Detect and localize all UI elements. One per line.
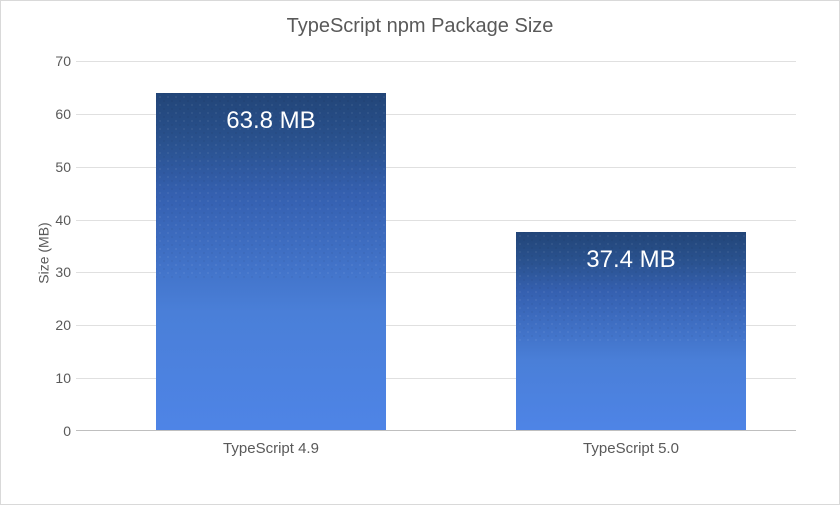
y-tick-label: 30 [31, 264, 71, 280]
bar-value-label: 37.4 MB [516, 246, 746, 274]
chart-container: TypeScript npm Package Size Size (MB) 01… [0, 0, 840, 505]
y-tick-label: 0 [31, 423, 71, 439]
bar-value-label: 63.8 MB [156, 107, 386, 135]
y-tick-label: 50 [31, 159, 71, 175]
x-tick-label: TypeScript 4.9 [156, 440, 386, 457]
y-tick-label: 60 [31, 106, 71, 122]
x-tick-label: TypeScript 5.0 [516, 440, 746, 457]
y-tick-label: 10 [31, 370, 71, 386]
bar: 37.4 MB [516, 232, 746, 430]
y-tick-label: 70 [31, 53, 71, 69]
bar: 63.8 MB [156, 93, 386, 430]
plot-area: 63.8 MBTypeScript 4.937.4 MBTypeScript 5… [76, 61, 796, 431]
y-tick-label: 20 [31, 317, 71, 333]
chart-title: TypeScript npm Package Size [1, 15, 839, 38]
gridline [76, 61, 796, 62]
y-tick-label: 40 [31, 212, 71, 228]
